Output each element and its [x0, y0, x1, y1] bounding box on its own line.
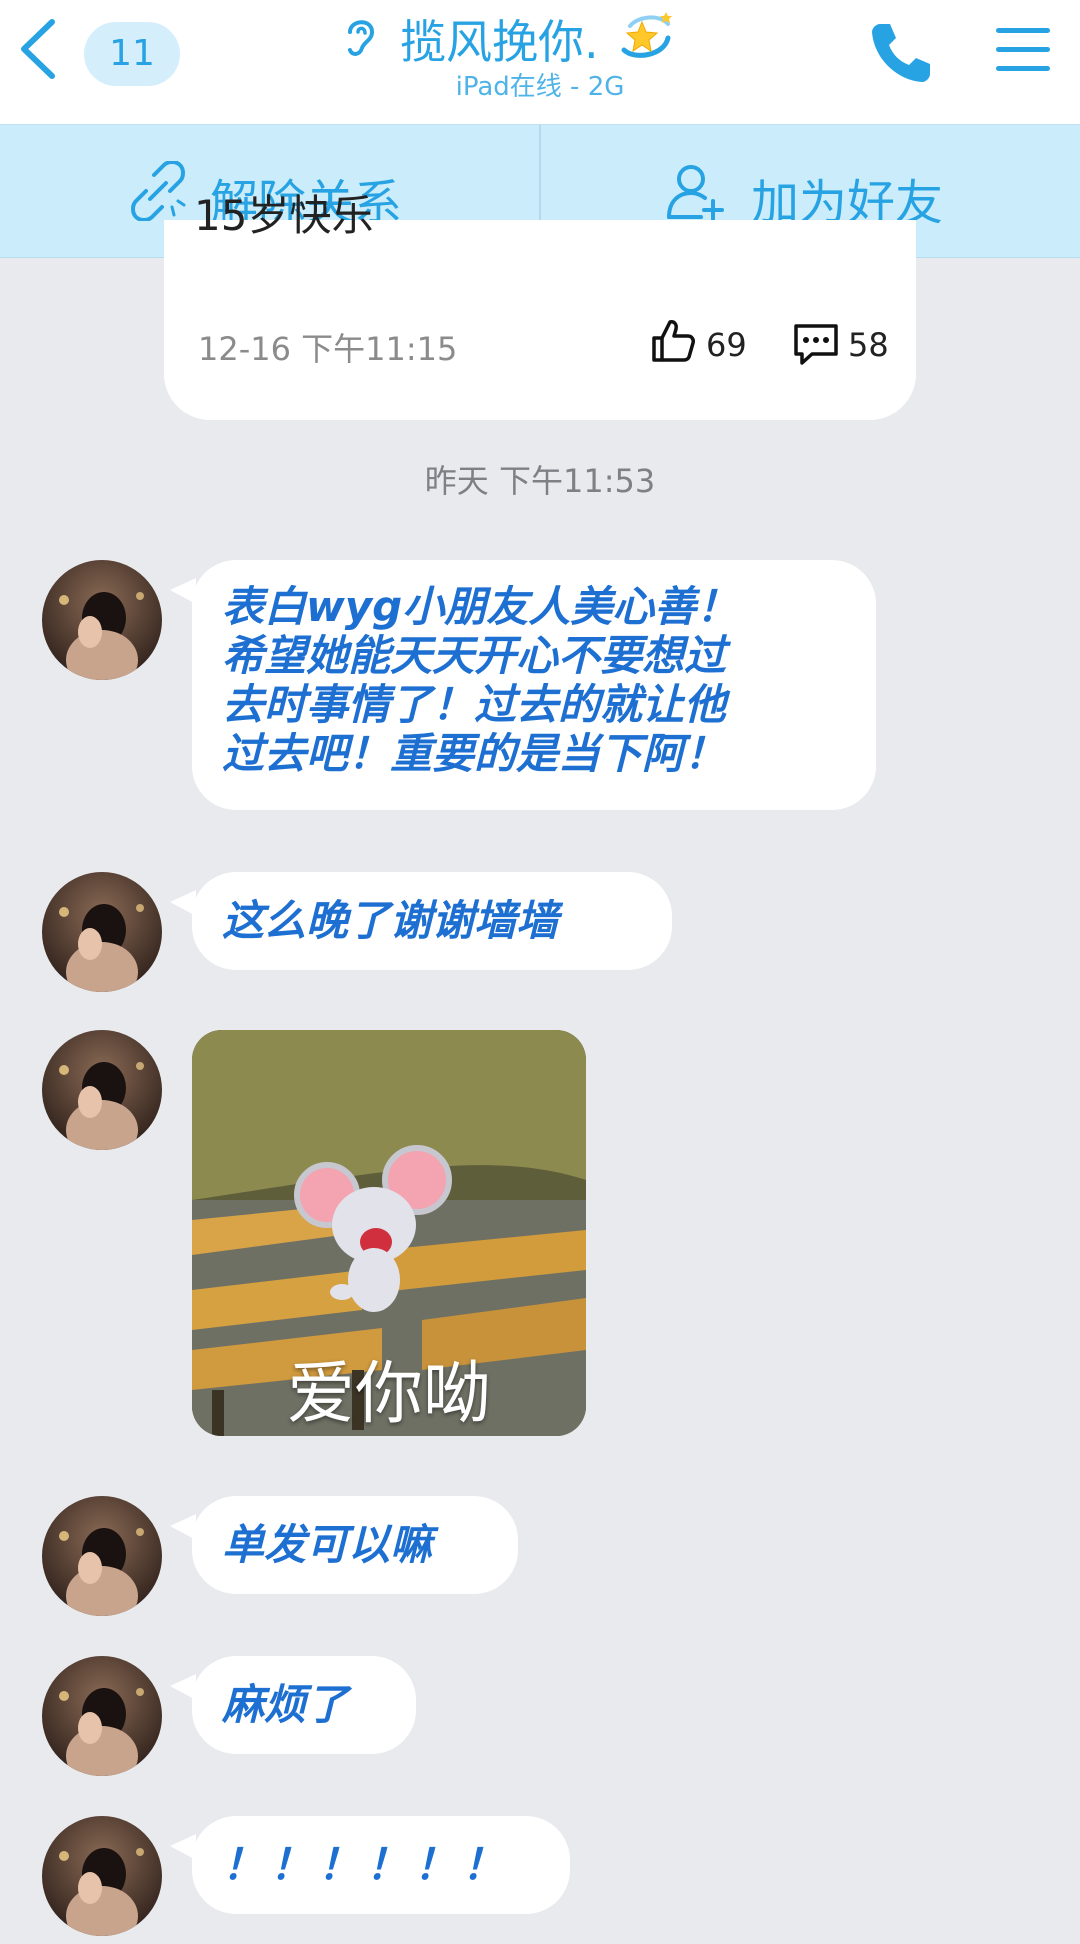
avatar[interactable] — [42, 1030, 162, 1150]
hamburger-menu-icon — [996, 28, 1050, 71]
shared-post-card[interactable]: 15岁快乐 12-16 下午11:15 69 58 — [164, 191, 916, 420]
post-time: 12-16 下午11:15 — [198, 330, 458, 368]
chat-title: 揽风挽你. — [400, 15, 599, 69]
broken-link-icon — [131, 161, 186, 221]
message-bubble[interactable]: 麻烦了 — [170, 1656, 416, 1754]
avatar[interactable] — [42, 1656, 162, 1776]
message-text: 单发可以嘛 — [222, 1520, 433, 1569]
avatar[interactable] — [42, 1496, 162, 1616]
comment-count: 58 — [848, 326, 889, 364]
avatar-image — [42, 1656, 162, 1776]
post-snippet: 15岁快乐 — [194, 191, 374, 240]
avatar-image — [42, 560, 162, 680]
phone-icon — [872, 24, 930, 82]
chevron-left-icon — [21, 19, 55, 79]
avatar[interactable] — [42, 560, 162, 680]
message-text: 这么晚了谢谢墙墙 — [222, 896, 559, 945]
unread-count-badge[interactable]: 11 — [84, 22, 180, 86]
avatar-image — [42, 872, 162, 992]
message-text: ！！！！！！ — [222, 1840, 511, 1889]
message-bubble[interactable]: 单发可以嘛 — [170, 1496, 518, 1594]
message-bubble[interactable]: 表白wyg小朋友人美心善！ 希望她能天天开心不要想过 去时事情了！过去的就让他 … — [170, 560, 876, 810]
user-plus-icon — [667, 165, 724, 221]
chat-title-area[interactable]: 揽风挽你. iPad在线 - 2G — [300, 2, 780, 122]
avatar-image — [42, 1496, 162, 1616]
like-count: 69 — [706, 326, 747, 364]
avatar-image — [42, 1030, 162, 1150]
online-status: iPad在线 - 2G — [455, 72, 625, 102]
sticker-image[interactable]: 爱你呦 — [192, 1030, 586, 1436]
avatar[interactable] — [42, 872, 162, 992]
message-timestamp: 昨天 下午11:53 — [424, 462, 656, 500]
message-bubble[interactable]: 这么晚了谢谢墙墙 — [170, 872, 672, 970]
thumbs-up-icon[interactable] — [650, 318, 696, 364]
avatar[interactable] — [42, 1816, 162, 1936]
sticker-caption: 爱你呦 — [286, 1355, 491, 1434]
message-bubble[interactable]: ！！！！！！ — [170, 1816, 570, 1914]
menu-button[interactable] — [994, 22, 1052, 78]
top-nav-bar: 11 揽风挽你. iPad在线 - 2G — [0, 0, 1080, 124]
phone-button[interactable] — [868, 18, 934, 84]
shooting-star-icon — [621, 12, 672, 58]
comment-icon[interactable] — [792, 322, 840, 366]
back-button[interactable] — [14, 14, 64, 84]
ear-icon — [348, 20, 375, 56]
message-text: 麻烦了 — [222, 1680, 349, 1729]
avatar-image — [42, 1816, 162, 1936]
message-text: 表白wyg小朋友人美心善！ 希望她能天天开心不要想过 去时事情了！过去的就让他 … — [222, 582, 739, 778]
